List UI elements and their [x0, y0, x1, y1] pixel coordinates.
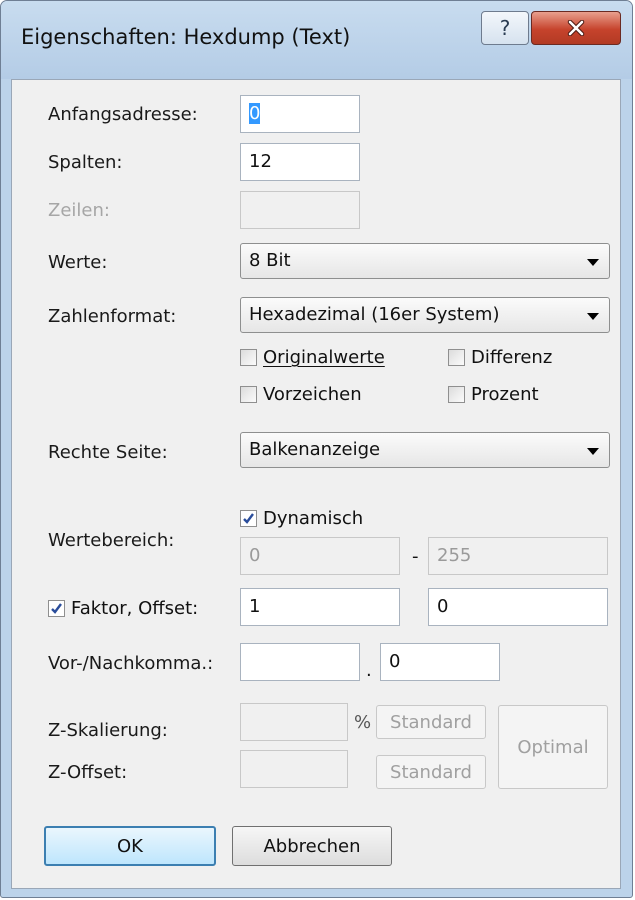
dialog-title: Eigenschaften: Hexdump (Text) [21, 25, 351, 49]
title-bar[interactable]: Eigenschaften: Hexdump (Text) ? [1, 1, 632, 79]
decimals-label: Vor-/Nachkomma.: [48, 653, 214, 674]
checkmark-icon [243, 513, 254, 524]
range-separator: - [412, 546, 419, 567]
right-side-select[interactable]: Balkenanzeige [240, 432, 610, 468]
columns-input[interactable]: 12 [240, 143, 360, 181]
checkbox-box [240, 349, 257, 366]
columns-label: Spalten: [48, 152, 123, 173]
vorzeichen-checkbox[interactable]: Vorzeichen [240, 384, 362, 405]
decimals-before-input[interactable] [240, 643, 360, 681]
dynamic-checkbox[interactable]: Dynamisch [240, 508, 363, 529]
z-offset-input [240, 750, 348, 788]
originalwerte-checkbox[interactable]: Originalwerte [240, 347, 385, 368]
z-scaling-label: Z-Skalierung: [48, 720, 168, 741]
cancel-button[interactable]: Abbrechen [232, 826, 392, 866]
close-icon [567, 20, 585, 36]
rows-input [240, 191, 360, 229]
number-format-label: Zahlenformat: [48, 306, 177, 327]
start-address-input[interactable]: 0 [240, 95, 360, 133]
prozent-checkbox[interactable]: Prozent [448, 384, 539, 405]
checkmark-icon [51, 603, 62, 614]
values-label: Werte: [48, 252, 108, 273]
number-format-select[interactable]: Hexadezimal (16er System) [240, 297, 610, 333]
chevron-down-icon [587, 313, 599, 320]
ok-button[interactable]: OK [44, 826, 216, 866]
right-side-label: Rechte Seite: [48, 442, 168, 463]
values-select[interactable]: 8 Bit [240, 243, 610, 279]
value-range-label: Wertebereich: [48, 530, 175, 551]
differenz-checkbox[interactable]: Differenz [448, 347, 552, 368]
z-offset-label: Z-Offset: [48, 762, 128, 783]
help-button[interactable]: ? [481, 11, 529, 45]
question-mark-icon: ? [499, 16, 511, 40]
optimal-button[interactable]: Optimal [498, 705, 608, 789]
factor-input[interactable]: 1 [240, 588, 400, 626]
z-scaling-standard-button[interactable]: Standard [376, 705, 486, 739]
decimal-separator: . [366, 660, 372, 681]
checkbox-box [240, 386, 257, 403]
z-offset-standard-button[interactable]: Standard [376, 755, 486, 789]
chevron-down-icon [587, 259, 599, 266]
close-button[interactable] [531, 11, 621, 45]
range-min-input: 0 [240, 537, 400, 575]
chevron-down-icon [587, 448, 599, 455]
start-address-label: Anfangsadresse: [48, 104, 198, 125]
decimals-after-input[interactable]: 0 [380, 643, 500, 681]
properties-dialog: Eigenschaften: Hexdump (Text) ? Anfangsa… [0, 0, 633, 898]
checkbox-box [448, 386, 465, 403]
checkbox-box [48, 600, 65, 617]
percent-label: % [354, 712, 372, 733]
checkbox-box [448, 349, 465, 366]
range-max-input: 255 [428, 537, 608, 575]
dialog-body: Anfangsadresse: 0 Spalten: 12 Zeilen: We… [11, 79, 621, 889]
factor-offset-checkbox[interactable]: Faktor, Offset: [48, 598, 198, 619]
rows-label: Zeilen: [48, 200, 110, 221]
z-scaling-input [240, 703, 348, 741]
offset-input[interactable]: 0 [428, 588, 608, 626]
checkbox-box [240, 510, 257, 527]
